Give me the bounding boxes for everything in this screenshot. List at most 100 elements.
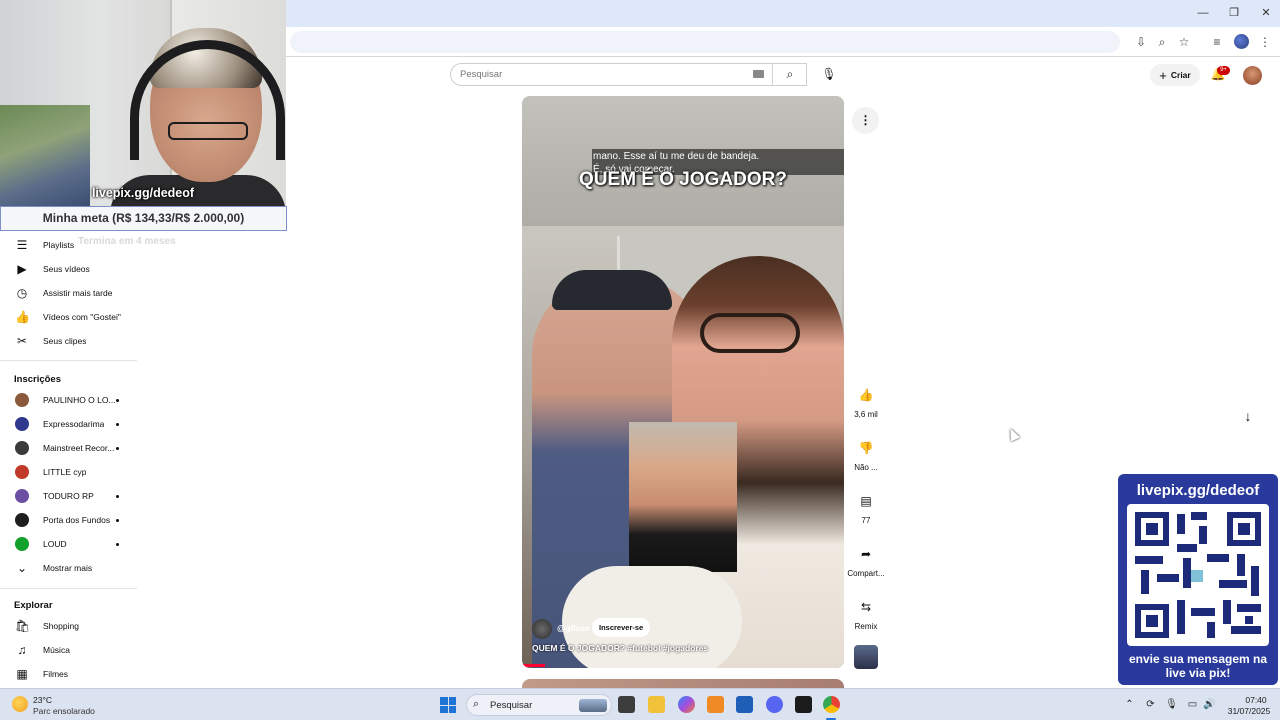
channel-name: PAULINHO O LO... [43, 395, 116, 405]
subscription-item[interactable]: LITTLE cyp [0, 460, 140, 484]
comments-button[interactable]: ▤ 77 [845, 488, 887, 525]
sound-thumbnail[interactable] [854, 645, 878, 669]
chrome-icon[interactable] [823, 696, 840, 713]
discord-icon[interactable] [766, 696, 783, 713]
qr-module [1219, 580, 1247, 588]
app-orange-icon[interactable] [707, 696, 724, 713]
copilot-icon[interactable] [678, 696, 695, 713]
qr-module [1199, 526, 1207, 544]
donation-goal-bar: Minha meta (R$ 134,33/R$ 2.000,00) [0, 206, 287, 231]
video-description[interactable]: QUEM É O JOGADOR? #futebol #jogadores [532, 643, 708, 653]
comment-icon: ▤ [860, 494, 872, 508]
maximize-button[interactable]: ❐ [1223, 5, 1245, 21]
sidebar-item-label: Shopping [43, 621, 79, 631]
sidebar-item-shopping[interactable]: 🛍 Shopping [0, 614, 140, 638]
sidebar-item-label: Seus vídeos [43, 264, 90, 274]
qr-code [1127, 504, 1269, 646]
install-app-icon[interactable]: ⇩ [1133, 34, 1149, 50]
sidebar-item-your-clips[interactable]: ✂ Seus clipes [0, 329, 140, 353]
chrome-menu-icon[interactable]: ⋮ [1257, 34, 1273, 50]
next-video-button[interactable]: ↓ [1236, 404, 1260, 428]
taskbar-search[interactable]: ⌕ Pesquisar [466, 694, 612, 716]
create-button[interactable]: + Criar [1150, 64, 1200, 86]
voice-search-button[interactable]: 🎙 [816, 63, 842, 86]
store-icon[interactable] [736, 696, 753, 713]
keyboard-icon[interactable] [753, 70, 764, 78]
subscription-item[interactable]: TODURO RP [0, 484, 140, 508]
subscription-item[interactable]: Expressodarima [0, 412, 140, 436]
video-cap [552, 270, 672, 310]
sidebar-item-liked-videos[interactable]: 👍 Vídeos com "Gostei" [0, 305, 140, 329]
subscribe-button[interactable]: Inscrever-se [592, 618, 651, 637]
show-more-button[interactable]: ⌄ Mostrar mais [0, 556, 140, 580]
capcut-icon[interactable] [795, 696, 812, 713]
clock-date[interactable]: 31/07/2025 [1224, 706, 1274, 716]
video-overlay-title: QUEM É O JOGADOR? [579, 169, 787, 190]
media-controls-icon[interactable]: ≡ [1209, 34, 1225, 50]
taskbar-search-label: Pesquisar [490, 700, 533, 711]
arrow-down-icon: ↓ [1244, 408, 1252, 424]
share-button[interactable]: ➦ Compart... [845, 541, 887, 578]
channel-avatar [15, 537, 29, 551]
subscription-item[interactable]: LOUD [0, 532, 140, 556]
tray-mic-icon[interactable]: 🎙 [1165, 698, 1178, 711]
like-button[interactable]: 👍 3,6 mil [845, 382, 887, 419]
dislike-button[interactable]: 👎 Não ... [845, 435, 887, 472]
subscription-item[interactable]: Porta dos Fundos [0, 508, 140, 532]
qr-module [1231, 626, 1261, 634]
qr-module [1191, 512, 1207, 520]
sidebar-item-label: Filmes [43, 669, 69, 679]
weather-description[interactable]: Parc ensolarado [33, 706, 95, 716]
file-manager-icon[interactable] [618, 696, 635, 713]
remix-button[interactable]: ⇆ Remix [845, 594, 887, 631]
video-progress-bar[interactable] [522, 664, 545, 667]
more-options-button[interactable]: ⋮ [852, 107, 879, 134]
tray-volume-icon[interactable]: 🔊 [1203, 698, 1216, 711]
tray-sync-icon[interactable]: ⟳ [1144, 698, 1157, 711]
weather-temperature[interactable]: 23°C [33, 695, 52, 705]
tray-chevron-up-icon[interactable]: ⌃ [1123, 698, 1136, 711]
start-windows-icon[interactable] [440, 697, 456, 713]
shorts-video-player[interactable]: mano. Esse aí tu me deu de bandeja. É, s… [522, 96, 844, 668]
thumb-down-icon: 👎 [858, 441, 874, 455]
tray-network-icon[interactable]: ▭ [1186, 698, 1199, 711]
qr-module [1135, 556, 1163, 564]
microphone-icon: 🎙 [821, 67, 837, 81]
qr-message: envie sua mensagem na live via pix! [1128, 652, 1268, 680]
channel-avatar [15, 393, 29, 407]
share-label: Compart... [847, 569, 885, 578]
user-avatar[interactable] [1243, 66, 1262, 85]
search-box[interactable]: Pesquisar [450, 63, 807, 86]
search-button[interactable]: ⌕ [772, 63, 807, 86]
sidebar-item-label: Vídeos com "Gostei" [43, 312, 121, 322]
qr-module [1207, 554, 1229, 562]
subscription-item[interactable]: Mainstreet Recor... [0, 436, 140, 460]
sidebar-item-films[interactable]: ▦ Filmes [0, 662, 140, 686]
channel-avatar[interactable] [532, 619, 552, 639]
chrome-profile-avatar[interactable] [1234, 34, 1249, 49]
subscriptions-heading: Inscrições [14, 374, 61, 385]
address-bar[interactable] [290, 31, 1120, 53]
new-content-dot [116, 399, 119, 402]
zoom-icon[interactable]: ⌕ [1154, 34, 1170, 50]
clock-time[interactable]: 07:40 [1236, 695, 1276, 705]
channel-handle[interactable]: @gflxss [557, 623, 590, 633]
sidebar-item-music[interactable]: ♫ Música [0, 638, 140, 662]
search-highlight-image [579, 699, 607, 712]
close-button[interactable]: ✕ [1255, 5, 1277, 21]
folder-icon[interactable] [648, 696, 665, 713]
sidebar-item-watch-later[interactable]: ◷ Assistir mais tarde [0, 281, 140, 305]
minimize-button[interactable]: — [1192, 5, 1214, 21]
weather-sun-icon[interactable] [12, 696, 28, 712]
search-input[interactable]: Pesquisar [460, 69, 502, 80]
dislike-label: Não ... [854, 463, 878, 472]
subtitle-line-1: mano. Esse aí tu me deu de bandeja. [593, 151, 760, 162]
qr-finder [1135, 604, 1169, 638]
streamer-glasses [168, 122, 248, 140]
sidebar-item-your-videos[interactable]: ▶ Seus vídeos [0, 257, 140, 281]
webcam-livepix-tag: livepix.gg/dedeof [91, 186, 195, 200]
bookmark-star-icon[interactable]: ☆ [1176, 34, 1192, 50]
channel-avatar [15, 465, 29, 479]
thumb-up-icon: 👍 [858, 388, 874, 402]
subscription-item[interactable]: PAULINHO O LO... [0, 388, 140, 412]
